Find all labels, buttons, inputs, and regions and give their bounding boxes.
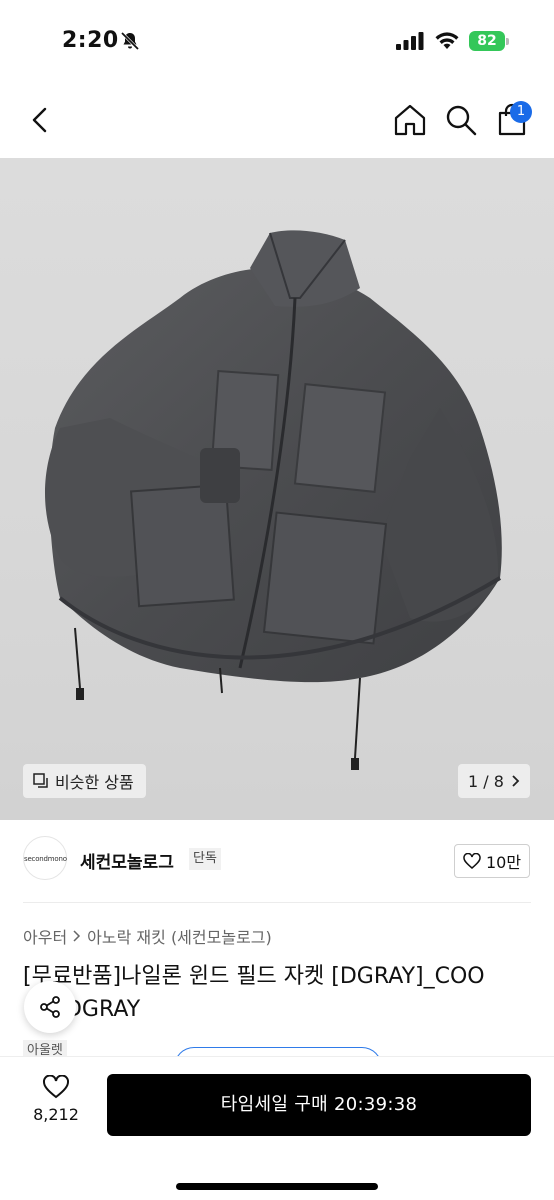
brand-like-button[interactable]: 10만	[454, 844, 530, 878]
status-time: 2:20	[62, 28, 119, 53]
buy-button[interactable]: 타임세일 구매 20:39:38	[107, 1074, 531, 1136]
chevron-right-icon	[73, 930, 81, 942]
signal-icon	[396, 32, 424, 50]
similar-products-button[interactable]: 비슷한 상품	[23, 764, 146, 798]
heart-icon	[463, 853, 481, 869]
copy-icon	[33, 773, 48, 788]
cart-count-badge: 1	[510, 101, 532, 123]
search-icon[interactable]	[443, 102, 479, 138]
wifi-icon	[435, 32, 459, 49]
brand-row[interactable]: secondmono 세컨모놀로그 단독 10만	[0, 836, 554, 886]
nav-bar	[0, 80, 554, 158]
breadcrumb-level1[interactable]: 아우터	[23, 924, 67, 948]
divider	[23, 902, 531, 903]
wish-count: 8,212	[33, 1105, 79, 1124]
share-button[interactable]	[24, 981, 76, 1033]
exclusive-tag: 단독	[189, 848, 221, 870]
wish-button[interactable]: 8,212	[28, 1075, 84, 1135]
breadcrumb-level2[interactable]: 아노락 재킷 (세컨모놀로그)	[87, 924, 272, 948]
chevron-right-icon	[512, 775, 520, 787]
product-title: [무료반품]나일론 윈드 필드 자켓 [DGRAY]_COO 026DGRAY	[23, 964, 485, 1022]
brand-like-count: 10만	[485, 853, 522, 872]
image-page-indicator[interactable]: 1 / 8	[458, 764, 530, 798]
image-page-label: 1 / 8	[468, 771, 504, 791]
brand-logo[interactable]: secondmono	[23, 836, 67, 880]
bell-slash-icon	[120, 31, 140, 51]
bottom-action-bar: 8,212 타임세일 구매 20:39:38	[0, 1056, 554, 1200]
back-arrow-icon[interactable]	[24, 104, 56, 136]
breadcrumb: 아우터 아노락 재킷 (세컨모놀로그)	[23, 924, 272, 948]
share-icon	[40, 996, 60, 1018]
battery-icon: 82	[469, 31, 509, 51]
product-image[interactable]	[0, 158, 554, 820]
brand-name[interactable]: 세컨모놀로그	[80, 848, 174, 873]
home-indicator	[176, 1183, 378, 1190]
similar-products-label: 비슷한 상품	[55, 773, 134, 792]
home-icon[interactable]	[392, 102, 428, 138]
status-bar: 2:20 82	[0, 0, 554, 80]
battery-level: 82	[469, 31, 505, 51]
jacket-photo	[45, 230, 502, 770]
heart-icon	[43, 1075, 69, 1099]
